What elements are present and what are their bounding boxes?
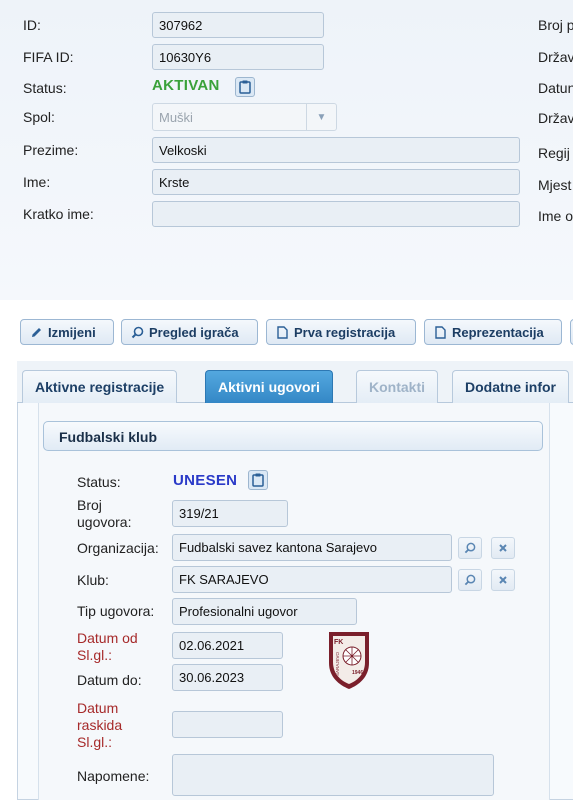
logo-fk-text: FK	[334, 639, 343, 646]
clipboard-icon	[252, 473, 264, 487]
prezime-field[interactable]: Velkoski	[152, 137, 520, 163]
notes-label: Napomene:	[77, 768, 150, 784]
spol-select-value: Muški	[159, 110, 193, 125]
edit-button-label: Izmijeni	[48, 324, 96, 340]
search-icon	[464, 542, 476, 554]
tab-kontakti: Kontakti	[356, 370, 438, 403]
organization-clear-button[interactable]	[491, 537, 515, 559]
section-title: Fudbalski klub	[43, 421, 543, 451]
right-label-broj: Broj p	[538, 17, 573, 33]
date-to-field[interactable]: 30.06.2023	[172, 664, 283, 691]
termination-date-label-line1: Datum	[77, 700, 119, 716]
club-clear-button[interactable]	[491, 569, 515, 591]
national-team-label: Reprezentacija	[452, 324, 544, 340]
organization-search-button[interactable]	[458, 537, 482, 559]
player-info-section: ID: 307962 Broj p FIFA ID: 10630Y6 Držav…	[0, 0, 573, 300]
right-label-drzava-2: Držav	[538, 110, 573, 126]
organization-label: Organizacija:	[77, 540, 159, 556]
ime-row: Ime: Krste Mjest	[0, 169, 573, 195]
action-toolbar: Izmijeni Pregled igrača Prva registracij…	[0, 319, 573, 345]
tab-aktivne-registracije[interactable]: Aktivne registracije	[22, 370, 178, 403]
contract-type-field[interactable]: Profesionalni ugovor	[172, 598, 357, 625]
date-from-field[interactable]: 02.06.2021	[172, 632, 283, 659]
fifa-id-field[interactable]: 10630Y6	[152, 44, 324, 70]
ime-field[interactable]: Krste	[152, 169, 520, 195]
termination-date-field[interactable]	[172, 711, 283, 738]
date-from-label: Datum od Sl.gl.:	[77, 630, 138, 664]
first-registration-button[interactable]: Prva registracija	[266, 319, 416, 345]
date-from-label-line2: Sl.gl.:	[77, 647, 113, 663]
spol-row: Spol: Muški ▼ Držav	[0, 103, 573, 131]
date-to-label: Datum do:	[77, 672, 142, 688]
id-label: ID:	[23, 17, 41, 33]
termination-date-label-line2: raskida	[77, 717, 123, 733]
contract-type-label: Tip ugovora:	[77, 603, 155, 619]
contract-number-field[interactable]: 319/21	[172, 500, 288, 527]
status-row: Status: AKTIVAN Datun	[0, 75, 573, 101]
right-label-datum: Datun	[538, 80, 573, 96]
fifa-id-row: FIFA ID: 10630Y6 Držav	[0, 44, 573, 70]
club-field[interactable]: FK SARAJEVO	[172, 566, 452, 593]
contract-status-value: UNESEN	[173, 472, 238, 489]
search-icon	[130, 325, 144, 339]
contract-number-label-line1: Broj	[77, 497, 102, 513]
view-player-label: Pregled igrača	[149, 324, 239, 340]
logo-club-text: SARAJEVO	[335, 651, 340, 676]
right-label-mjesto: Mjest	[538, 177, 572, 193]
search-icon	[464, 574, 476, 586]
prezime-row: Prezime: Velkoski Regij	[0, 137, 573, 163]
document-icon	[433, 325, 447, 339]
kratko-ime-label: Kratko ime:	[23, 206, 94, 222]
contract-number-label: Broj ugovora:	[77, 497, 131, 531]
contract-clipboard-button[interactable]	[248, 470, 268, 490]
id-field[interactable]: 307962	[152, 12, 324, 38]
club-label: Klub:	[77, 572, 109, 588]
spol-label: Spol:	[23, 109, 55, 125]
contract-status-label: Status:	[77, 474, 121, 490]
kratko-ime-row: Kratko ime: Ime o	[0, 201, 573, 227]
close-icon	[499, 544, 507, 552]
edit-button[interactable]: Izmijeni	[20, 319, 114, 345]
document-icon	[275, 325, 289, 339]
spol-select[interactable]: Muški ▼	[152, 103, 337, 131]
view-player-button[interactable]: Pregled igrača	[121, 319, 258, 345]
clipboard-button[interactable]	[235, 77, 255, 97]
termination-date-label: Datum raskida Sl.gl.:	[77, 700, 122, 751]
notes-field[interactable]	[172, 754, 494, 796]
clipboard-icon	[239, 80, 251, 94]
right-label-ime: Ime o	[538, 208, 573, 224]
right-label-drzava-1: Držav	[538, 49, 573, 65]
close-icon	[499, 576, 507, 584]
status-label: Status:	[23, 80, 67, 96]
status-value: AKTIVAN	[152, 77, 220, 94]
club-search-button[interactable]	[458, 569, 482, 591]
chevron-down-icon: ▼	[306, 104, 336, 130]
club-logo: FK SARAJEVO 1946	[325, 629, 373, 691]
ime-label: Ime:	[23, 174, 51, 190]
prezime-label: Prezime:	[23, 142, 79, 158]
right-label-regija: Regij	[538, 145, 570, 161]
termination-date-label-line3: Sl.gl.:	[77, 734, 113, 750]
logo-year-text: 1946	[352, 670, 363, 676]
id-row: ID: 307962 Broj p	[0, 12, 573, 38]
first-registration-label: Prva registracija	[294, 324, 396, 340]
tab-aktivni-ugovori[interactable]: Aktivni ugovori	[205, 370, 333, 403]
kratko-ime-field[interactable]	[152, 201, 520, 227]
fifa-id-label: FIFA ID:	[23, 49, 74, 65]
pencil-icon	[29, 325, 43, 339]
contract-number-label-line2: ugovora:	[77, 514, 132, 530]
national-team-button[interactable]: Reprezentacija	[424, 319, 562, 345]
tab-dodatne-informacije[interactable]: Dodatne infor	[452, 370, 569, 403]
organization-field[interactable]: Fudbalski savez kantona Sarajevo	[172, 534, 452, 561]
date-from-label-line1: Datum od	[77, 630, 138, 646]
tab-bar: Aktivne registracije Aktivni ugovori Kon…	[17, 361, 573, 403]
